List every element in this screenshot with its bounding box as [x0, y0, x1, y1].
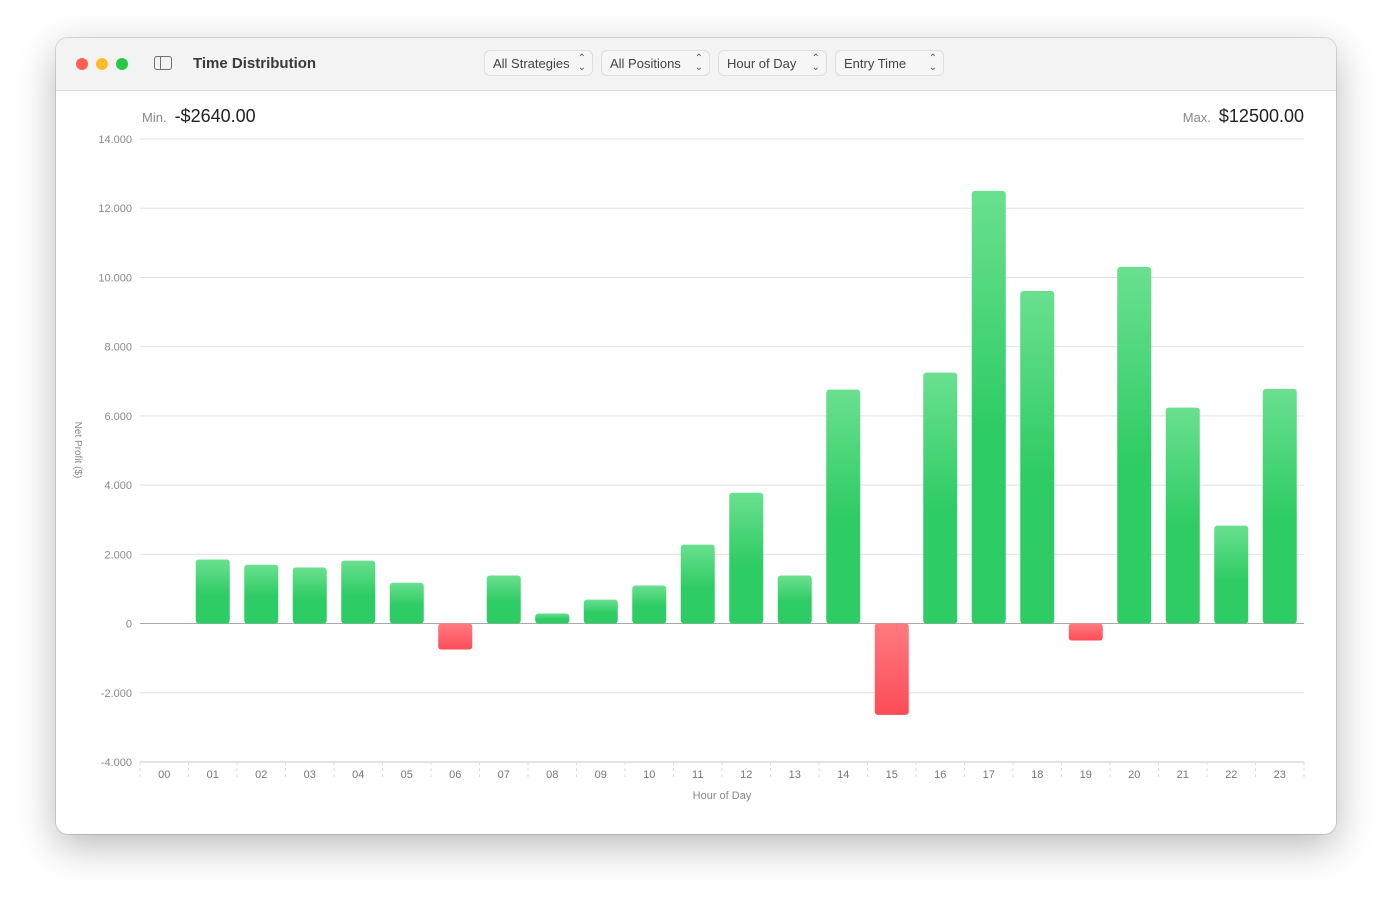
- x-tick-label: 17: [983, 769, 995, 781]
- x-tick-label: 04: [352, 769, 364, 781]
- bar-01: [195, 559, 230, 624]
- bar-17: [971, 190, 1006, 624]
- bar-11: [680, 544, 715, 624]
- y-tick-label: -2.000: [101, 688, 132, 700]
- x-tick-label: 14: [837, 769, 849, 781]
- bar-chart: 14.000 12.000 10.000 8.000 6.000 4.000 2.000 0 -…: [72, 134, 1305, 802]
- x-tick-label: 23: [1274, 769, 1286, 781]
- y-tick-label: 14.000: [98, 134, 132, 146]
- bar-15: [874, 623, 909, 715]
- y-tick-label: 2.000: [104, 549, 132, 561]
- bar-19: [1068, 623, 1103, 641]
- y-tick-label: -4.000: [101, 757, 132, 769]
- bar-20: [1117, 267, 1152, 624]
- bar-02: [244, 564, 279, 624]
- x-tick-label: 19: [1080, 769, 1092, 781]
- x-tick-label: 08: [546, 769, 558, 781]
- x-tick-label: 12: [740, 769, 752, 781]
- bar-12: [729, 492, 764, 624]
- y-tick-label: 8.000: [104, 342, 132, 354]
- y-axis-label: Net Profit ($): [72, 422, 83, 479]
- y-tick-label: 10.000: [98, 272, 132, 284]
- x-tick-label: 09: [595, 769, 607, 781]
- bar-18: [1020, 290, 1055, 624]
- bar-21: [1165, 407, 1200, 624]
- x-tick-label: 01: [207, 769, 219, 781]
- x-tick-label: 16: [934, 769, 946, 781]
- bar-10: [632, 585, 667, 624]
- x-tick-label: 07: [498, 769, 510, 781]
- bar-14: [826, 389, 861, 624]
- y-tick-label: 12.000: [98, 203, 132, 215]
- bar-22: [1214, 525, 1249, 624]
- x-tick-label: 15: [886, 769, 898, 781]
- x-tick-label: 11: [692, 769, 703, 781]
- x-axis-label: Hour of Day: [693, 790, 752, 802]
- x-tick-label: 05: [401, 769, 413, 781]
- x-tick-label: 18: [1031, 769, 1043, 781]
- x-tick-label: 00: [158, 769, 170, 781]
- bar-07: [486, 575, 521, 624]
- x-tick-label: 13: [789, 769, 801, 781]
- x-tick-label: 06: [449, 769, 461, 781]
- bar-08: [535, 613, 570, 624]
- bar-05: [389, 582, 424, 624]
- x-tick-label: 20: [1128, 769, 1140, 781]
- app-window: Time Distribution All Strategies ⌃ ⌄ All P…: [56, 38, 1336, 834]
- y-tick-label: 4.000: [104, 480, 132, 492]
- x-tick-label: 21: [1177, 769, 1189, 781]
- bar-04: [341, 560, 376, 624]
- x-tick-label: 02: [255, 769, 267, 781]
- x-tick-label: 03: [304, 769, 316, 781]
- y-tick-label: 0: [126, 619, 132, 631]
- bar-09: [583, 599, 618, 624]
- bar-13: [777, 575, 812, 624]
- bar-03: [292, 567, 327, 624]
- x-tick-label: 22: [1225, 769, 1237, 781]
- bar-06: [438, 623, 473, 650]
- x-tick-label: 10: [643, 769, 655, 781]
- y-tick-label: 6.000: [104, 411, 132, 423]
- bar-23: [1262, 388, 1297, 624]
- bar-16: [923, 372, 958, 624]
